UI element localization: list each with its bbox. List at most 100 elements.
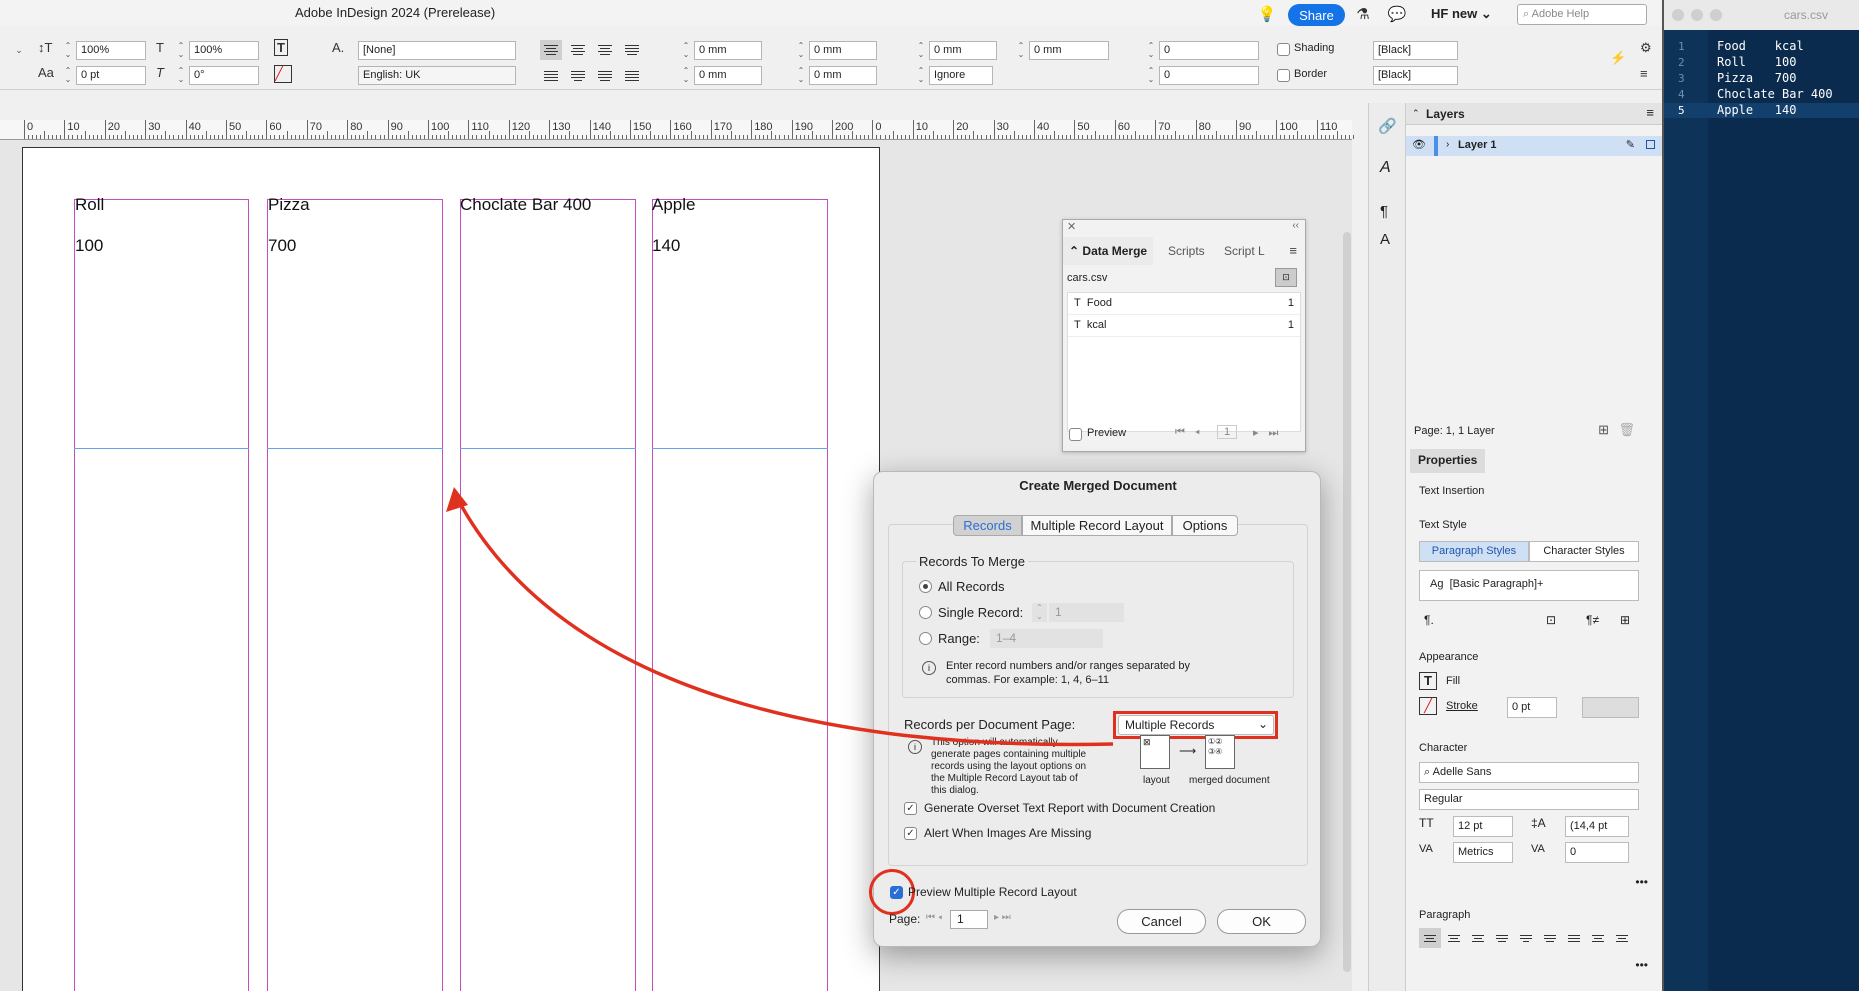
- lightning-icon[interactable]: ⚡: [1610, 50, 1626, 66]
- tab-options[interactable]: Options: [1172, 515, 1238, 536]
- layers-title[interactable]: Layers: [1426, 107, 1465, 121]
- text-frame[interactable]: [267, 199, 443, 991]
- spinner[interactable]: ⌃ ⌄: [796, 66, 806, 85]
- links-icon[interactable]: 🔗: [1378, 117, 1397, 135]
- record-nav-forward-icon[interactable]: ▸⏭: [1253, 426, 1288, 440]
- align-to-grid-select[interactable]: Ignore: [929, 66, 993, 85]
- text-frame[interactable]: [460, 199, 636, 991]
- list-item[interactable]: T Food 1: [1068, 293, 1300, 315]
- align-left-button[interactable]: [1419, 928, 1441, 948]
- align-away-spine-button[interactable]: [1611, 928, 1633, 948]
- justify-all-button[interactable]: [1563, 928, 1585, 948]
- workspace-switcher[interactable]: HF new ⌄: [1431, 6, 1492, 22]
- layer-row[interactable]: 👁 › Layer 1 ✎: [1406, 136, 1662, 156]
- vertical-scale-field[interactable]: 100%: [76, 41, 146, 60]
- spinner[interactable]: ⌃ ⌄: [1016, 41, 1026, 60]
- character-styles-icon[interactable]: A: [1380, 231, 1390, 248]
- spinner[interactable]: ⌃ ⌄: [681, 41, 691, 60]
- paragraph-styles-icon[interactable]: ¶: [1380, 203, 1388, 220]
- preview-checkbox[interactable]: [1069, 428, 1082, 441]
- tab-scripts[interactable]: Scripts: [1162, 237, 1211, 265]
- gear-icon[interactable]: ⚙: [1640, 40, 1652, 56]
- chevron-icon[interactable]: ⌃: [1412, 108, 1420, 119]
- baseline-shift-field[interactable]: 0 pt: [76, 66, 146, 85]
- shading-color-select[interactable]: [Black]: [1373, 41, 1458, 60]
- panel-menu-icon[interactable]: ≡: [1646, 105, 1654, 120]
- character-style-select[interactable]: [None]: [358, 41, 516, 60]
- spinner[interactable]: ⌃ ⌄: [681, 66, 691, 85]
- align-left-button[interactable]: [540, 40, 562, 60]
- more-options-icon[interactable]: •••: [1635, 875, 1648, 889]
- glyph-icon[interactable]: A: [1380, 159, 1391, 177]
- tab-properties[interactable]: Properties: [1410, 449, 1486, 473]
- alert-images-checkbox[interactable]: ✓: [904, 827, 917, 840]
- spinner[interactable]: ⌃ ⌄: [63, 41, 73, 60]
- beaker-icon[interactable]: ⚗: [1353, 4, 1373, 24]
- text-fill-icon[interactable]: T: [274, 39, 288, 56]
- load-style-icon[interactable]: ⊡: [1546, 613, 1556, 627]
- shading-checkbox[interactable]: [1277, 43, 1290, 56]
- skew-field[interactable]: 0°: [189, 66, 259, 85]
- border-checkbox[interactable]: [1277, 69, 1290, 82]
- justify-full-button[interactable]: [621, 66, 643, 86]
- tracking-field[interactable]: 0: [1565, 842, 1629, 863]
- data-source-menu-icon[interactable]: ⊡: [1275, 268, 1297, 287]
- spinner[interactable]: ⌃ ⌄: [63, 66, 73, 85]
- font-size-field[interactable]: 12 pt: [1453, 816, 1513, 837]
- zoom-window-icon[interactable]: [1710, 9, 1722, 21]
- eye-icon[interactable]: 👁: [1412, 138, 1426, 151]
- spinner[interactable]: ⌃ ⌄: [1146, 41, 1156, 60]
- stroke-weight-field[interactable]: 0 pt: [1507, 697, 1557, 718]
- collapse-icon[interactable]: ‹‹: [1292, 220, 1299, 231]
- right-indent-field[interactable]: 0 mm: [809, 41, 877, 60]
- code-line[interactable]: Choclate Bar 400: [1717, 87, 1833, 101]
- align-spine-button[interactable]: [1587, 928, 1609, 948]
- share-button[interactable]: Share: [1288, 4, 1345, 26]
- none-swatch-icon[interactable]: ╱: [274, 65, 292, 83]
- single-record-radio[interactable]: [919, 606, 932, 619]
- spinner[interactable]: ⌃ ⌄: [916, 66, 926, 85]
- tab-paragraph-styles[interactable]: Paragraph Styles: [1419, 541, 1529, 562]
- code-line[interactable]: Food kcal: [1717, 39, 1804, 53]
- align-right-button[interactable]: [594, 40, 616, 60]
- justify-button[interactable]: [1491, 928, 1513, 948]
- font-family-select[interactable]: ⌕ Adelle Sans: [1419, 762, 1639, 783]
- stroke-type-select[interactable]: [1582, 697, 1639, 718]
- page-field[interactable]: 1: [950, 910, 988, 929]
- menu-icon[interactable]: ≡: [1640, 66, 1648, 81]
- pencil-icon[interactable]: ✎: [1626, 138, 1635, 151]
- cancel-button[interactable]: Cancel: [1117, 909, 1206, 934]
- first-line-indent-field[interactable]: 0 mm: [694, 66, 762, 85]
- pilcrow-icon[interactable]: ¶.: [1424, 613, 1434, 627]
- text-frame[interactable]: [74, 199, 249, 991]
- kerning-select[interactable]: Metrics: [1453, 842, 1513, 863]
- trash-icon[interactable]: 🗑: [1618, 422, 1635, 438]
- justify-button[interactable]: [621, 40, 643, 60]
- align-center-button[interactable]: [1443, 928, 1465, 948]
- single-record-field[interactable]: 1: [1049, 603, 1124, 622]
- page-nav-forward-icon[interactable]: ▸ ⏭: [994, 912, 1011, 923]
- lightbulb-icon[interactable]: 💡: [1257, 4, 1277, 24]
- comment-icon[interactable]: 💬: [1387, 4, 1407, 24]
- justify-right-button[interactable]: [594, 66, 616, 86]
- records-per-page-select[interactable]: Multiple Records ⌄: [1118, 715, 1274, 735]
- ok-button[interactable]: OK: [1217, 909, 1306, 934]
- tab-script-label[interactable]: Script L: [1218, 237, 1271, 265]
- all-records-radio[interactable]: [919, 580, 932, 593]
- close-window-icon[interactable]: [1672, 9, 1684, 21]
- code-line[interactable]: Pizza 700: [1717, 71, 1796, 85]
- help-search-input[interactable]: ⌕ Adobe Help: [1517, 4, 1647, 25]
- align-right-button[interactable]: [1467, 928, 1489, 948]
- font-style-select[interactable]: Regular: [1419, 789, 1639, 810]
- spinner[interactable]: ⌃ ⌄: [1032, 603, 1047, 622]
- page-nav-back-icon[interactable]: ⏮ ◂: [926, 912, 942, 923]
- none-swatch-icon[interactable]: ╱: [1419, 697, 1437, 715]
- dropdown-arrow-icon[interactable]: ⌄: [12, 41, 26, 60]
- tab-character-styles[interactable]: Character Styles: [1529, 541, 1639, 562]
- record-nav-icon[interactable]: ⏮◂: [1175, 426, 1210, 439]
- stroke-label[interactable]: Stroke: [1446, 700, 1478, 712]
- selection-square-icon[interactable]: [1646, 140, 1655, 149]
- spinner[interactable]: ⌃ ⌄: [176, 66, 186, 85]
- tab-records[interactable]: Records: [953, 515, 1022, 536]
- spinner[interactable]: ⌃ ⌄: [796, 41, 806, 60]
